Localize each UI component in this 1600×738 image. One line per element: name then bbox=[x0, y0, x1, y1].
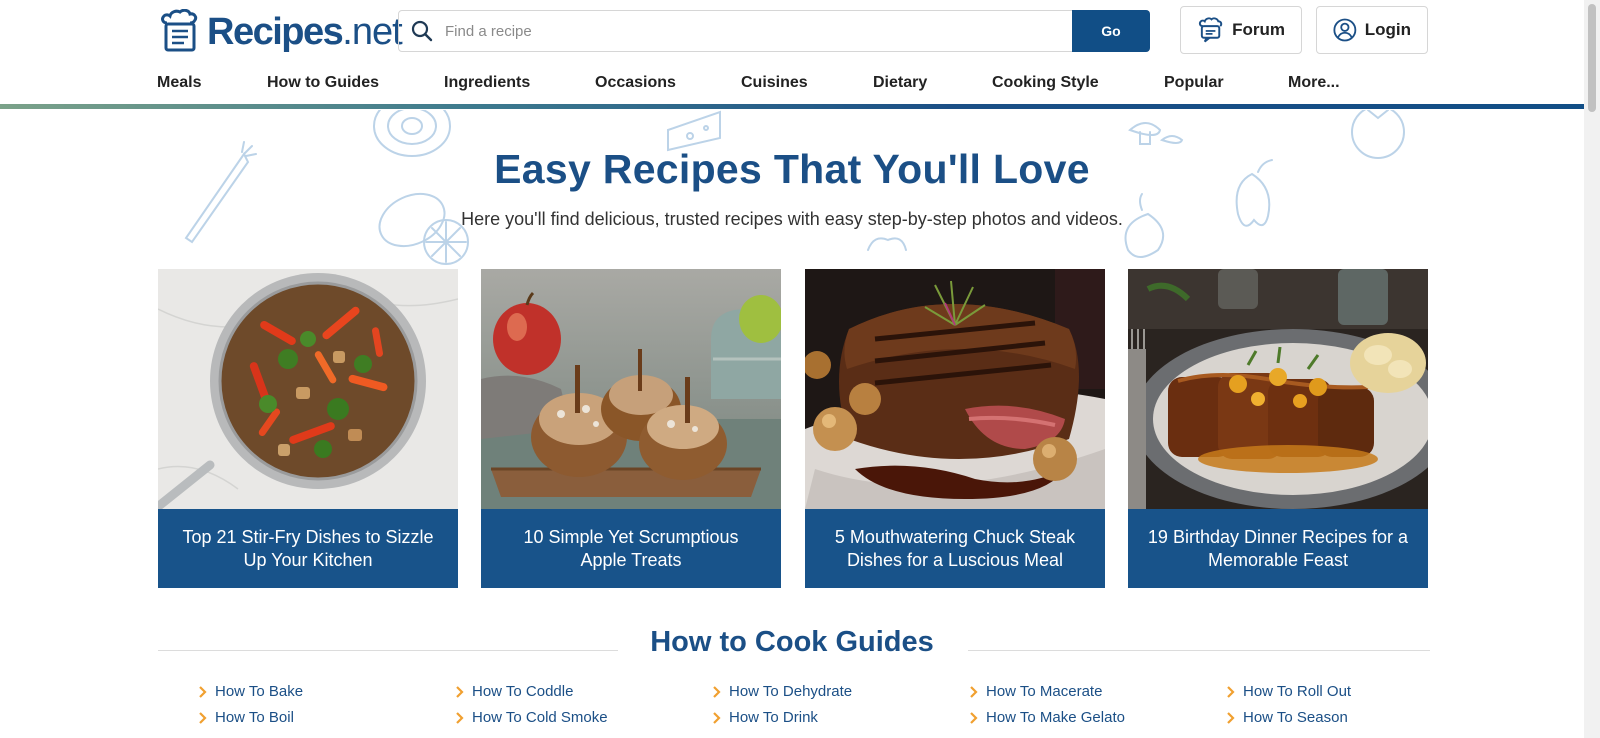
recipe-card-title[interactable]: Top 21 Stir-Fry Dishes to Sizzle Up Your… bbox=[158, 509, 458, 588]
recipe-card[interactable]: 5 Mouthwatering Chuck Steak Dishes for a… bbox=[805, 269, 1105, 588]
guide-link-label: How To Roll Out bbox=[1243, 683, 1352, 700]
chevron-right-icon bbox=[1226, 711, 1235, 724]
chevron-right-icon bbox=[969, 685, 978, 698]
search-bar: Go bbox=[398, 10, 1150, 52]
birthday-dinner-image bbox=[1128, 269, 1428, 509]
site-header: Recipes.net Go Forum bbox=[0, 0, 1584, 112]
guide-link-label: How To Cold Smoke bbox=[472, 709, 608, 726]
chevron-right-icon bbox=[198, 685, 207, 698]
nav-item-how-to-guides[interactable]: How to Guides bbox=[267, 74, 379, 92]
logo-main-text: Recipes bbox=[207, 11, 344, 53]
mushroom-doodle-icon bbox=[1128, 122, 1184, 145]
guide-link[interactable]: How To Cold Smoke bbox=[455, 709, 608, 726]
search-icon bbox=[399, 11, 445, 51]
guide-link[interactable]: How To Macerate bbox=[969, 683, 1102, 700]
hero-subtitle: Here you'll find delicious, trusted reci… bbox=[461, 209, 1123, 229]
nav-item-cuisines[interactable]: Cuisines bbox=[741, 74, 808, 92]
guide-link[interactable]: How To Drink bbox=[712, 709, 818, 726]
stir-fry-image bbox=[158, 269, 458, 509]
login-label: Login bbox=[1364, 20, 1411, 39]
nav-item-cooking-style[interactable]: Cooking Style bbox=[992, 74, 1099, 92]
chef-hat-book-icon bbox=[161, 9, 198, 52]
chevron-right-icon bbox=[1226, 685, 1235, 698]
search-go-button[interactable]: Go bbox=[1072, 10, 1150, 52]
forum-chef-icon bbox=[1198, 17, 1223, 43]
guide-link-label: How To Coddle bbox=[472, 683, 574, 700]
nav-divider bbox=[0, 104, 1584, 109]
guide-link-label: How To Macerate bbox=[986, 683, 1103, 700]
chevron-right-icon bbox=[455, 685, 464, 698]
user-account-icon bbox=[1333, 18, 1357, 42]
apple-treats-image bbox=[481, 269, 781, 509]
guide-link-label: How To Season bbox=[1243, 709, 1348, 726]
nav-item-more[interactable]: More... bbox=[1288, 74, 1340, 92]
logo-suffix-text: net bbox=[351, 11, 403, 53]
nav-item-meals[interactable]: Meals bbox=[157, 74, 201, 92]
chevron-right-icon bbox=[455, 711, 464, 724]
recipe-card-title[interactable]: 19 Birthday Dinner Recipes for a Memorab… bbox=[1128, 509, 1428, 588]
recipe-card-title[interactable]: 5 Mouthwatering Chuck Steak Dishes for a… bbox=[805, 509, 1105, 588]
nav-item-popular[interactable]: Popular bbox=[1164, 74, 1224, 92]
page: Recipes.net Go Forum bbox=[0, 0, 1600, 738]
guides-section-title: How to Cook Guides bbox=[650, 626, 934, 658]
guide-link[interactable]: How To Boil bbox=[198, 709, 294, 726]
login-button[interactable]: Login bbox=[1316, 6, 1428, 54]
guide-link-label: How To Dehydrate bbox=[729, 683, 853, 700]
page-scrollbar[interactable] bbox=[1584, 0, 1600, 738]
forum-button[interactable]: Forum bbox=[1180, 6, 1302, 54]
recipe-card[interactable]: 19 Birthday Dinner Recipes for a Memorab… bbox=[1128, 269, 1428, 588]
guide-link-label: How To Boil bbox=[215, 709, 294, 726]
guide-link-label: How To Drink bbox=[729, 709, 818, 726]
search-input[interactable] bbox=[445, 12, 1072, 50]
guide-link-label: How To Bake bbox=[215, 683, 304, 700]
scrollbar-thumb[interactable] bbox=[1588, 4, 1596, 112]
guide-link[interactable]: How To Dehydrate bbox=[712, 683, 852, 700]
recipe-card[interactable]: 10 Simple Yet Scrumptious Apple Treats bbox=[481, 269, 781, 588]
guide-link[interactable]: How To Make Gelato bbox=[969, 709, 1125, 726]
guide-link[interactable]: How To Coddle bbox=[455, 683, 573, 700]
hero-title: Easy Recipes That You'll Love bbox=[494, 146, 1090, 192]
site-logo[interactable]: Recipes.net bbox=[157, 8, 403, 56]
logo-dot: . bbox=[342, 11, 353, 53]
nav-item-ingredients[interactable]: Ingredients bbox=[444, 74, 530, 92]
guide-link-label: How To Make Gelato bbox=[986, 709, 1125, 726]
chevron-right-icon bbox=[969, 711, 978, 724]
nav-item-dietary[interactable]: Dietary bbox=[873, 74, 927, 92]
chevron-right-icon bbox=[198, 711, 207, 724]
chuck-steak-image bbox=[805, 269, 1105, 509]
guide-link[interactable]: How To Season bbox=[1226, 709, 1348, 726]
broccoli-doodle-icon bbox=[867, 237, 907, 251]
forum-label: Forum bbox=[1232, 20, 1285, 39]
chevron-right-icon bbox=[712, 711, 721, 724]
guide-link[interactable]: How To Bake bbox=[198, 683, 303, 700]
chevron-right-icon bbox=[712, 685, 721, 698]
nav-item-occasions[interactable]: Occasions bbox=[595, 74, 676, 92]
recipe-card-title[interactable]: 10 Simple Yet Scrumptious Apple Treats bbox=[481, 509, 781, 588]
recipe-card[interactable]: Top 21 Stir-Fry Dishes to Sizzle Up Your… bbox=[158, 269, 458, 588]
guide-link[interactable]: How To Roll Out bbox=[1226, 683, 1351, 700]
section-divider-right bbox=[968, 650, 1430, 651]
cheese-doodle-icon bbox=[667, 110, 721, 152]
